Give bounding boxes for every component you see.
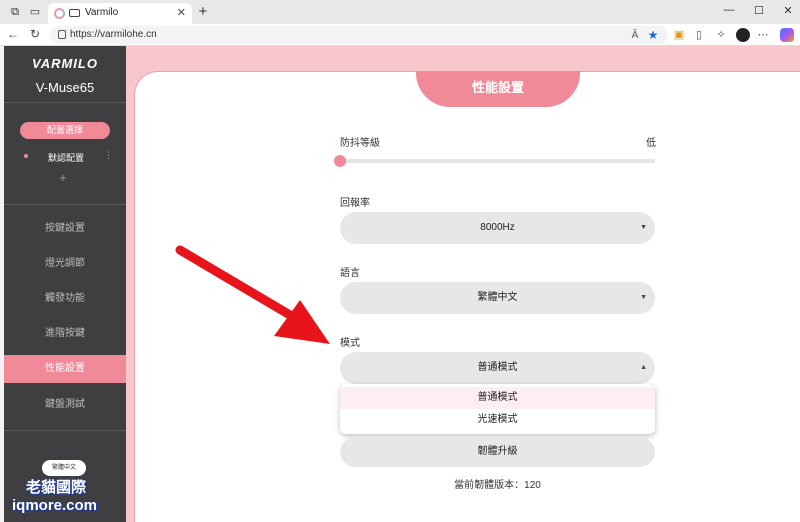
minimize-icon[interactable]: — [722, 4, 736, 16]
sidebar-item-advanced-keys[interactable]: 進階按鍵 [4, 320, 126, 348]
lock-icon[interactable] [58, 30, 66, 39]
split-screen-icon[interactable]: ▯ [692, 28, 706, 42]
language-value: 繁體中文 [477, 292, 518, 303]
sidebar-item-trigger[interactable]: 觸發功能 [4, 285, 126, 313]
polling-rate-select[interactable]: 8000Hz ▼ [340, 212, 655, 244]
language-switch-button[interactable]: 繁體中文 [42, 460, 86, 476]
chevron-down-icon: ▼ [640, 294, 647, 301]
profile-avatar[interactable] [736, 28, 750, 42]
url-field[interactable]: https://varmilohe.cn Â ★ [50, 26, 668, 44]
active-profile-dot [24, 154, 28, 158]
divider [4, 204, 126, 205]
debounce-value: 低 [646, 138, 656, 149]
sidebar-item-lighting[interactable]: 燈光調節 [4, 250, 126, 278]
polling-rate-value: 8000Hz [480, 222, 515, 233]
keyboard-model: V-Muse65 [35, 80, 95, 95]
watermark-en: iqmore.com [12, 497, 98, 514]
language-select[interactable]: 繁體中文 ▼ [340, 282, 655, 314]
chevron-up-icon: ▲ [640, 364, 647, 371]
divider [4, 102, 126, 103]
firmware-upgrade-button[interactable]: 韌體升級 [340, 437, 655, 467]
firmware-version-text: 當前韌體版本：120 [454, 480, 541, 491]
extension-icon[interactable]: ▣ [672, 28, 686, 42]
watermark: 老貓國際 iqmore.com [4, 476, 124, 514]
mode-option-lightspeed[interactable]: 光速模式 [340, 409, 655, 431]
watermark-cn: 老貓國際 [26, 479, 87, 496]
workspaces-icon[interactable]: ⧉ [8, 5, 22, 19]
debounce-slider-track[interactable] [340, 159, 655, 163]
loading-icon [54, 8, 65, 19]
brand-logo: VARMILO [32, 56, 98, 71]
favorite-star-icon[interactable]: ★ [646, 28, 660, 42]
config-select-button[interactable]: 配置選擇 [20, 122, 110, 139]
annotation-arrow-icon [175, 245, 330, 344]
debounce-label: 防抖等級 [340, 138, 380, 149]
back-icon[interactable]: ← [6, 27, 20, 41]
close-window-icon[interactable]: ✕ [781, 4, 795, 17]
mode-dropdown-menu: 普通模式 光速模式 [340, 384, 655, 434]
sidebar-item-keys[interactable]: 按鍵設置 [4, 215, 126, 243]
tab-actions-icon[interactable]: ▭ [28, 5, 42, 19]
sidebar: VARMILO V-Muse65 配置選擇 默認配置 ⋮ + 按鍵設置 燈光調節… [4, 46, 126, 522]
read-aloud-icon[interactable]: Â [628, 30, 642, 41]
polling-rate-label: 回報率 [340, 198, 370, 209]
browser-tab-bar: ⧉ ▭ Varmilo ✕ + — ☐ ✕ [0, 0, 800, 24]
refresh-icon[interactable]: ↻ [28, 27, 42, 41]
mode-label: 模式 [340, 338, 360, 349]
profile-item-default[interactable]: 默認配置 [48, 151, 84, 164]
new-tab-icon[interactable]: + [196, 3, 210, 20]
more-menu-icon[interactable]: ⋯ [756, 28, 770, 42]
maximize-icon[interactable]: ☐ [752, 4, 766, 17]
close-tab-icon[interactable]: ✕ [177, 6, 186, 19]
debounce-slider-thumb[interactable] [334, 155, 346, 167]
language-label: 語言 [340, 268, 360, 279]
address-bar-row: ← ↻ https://varmilohe.cn Â ★ ▣ ▯ ✧ ⋯ [0, 24, 800, 46]
add-profile-icon[interactable]: + [59, 170, 67, 185]
browser-tab[interactable]: Varmilo ✕ [48, 3, 192, 24]
profile-more-icon[interactable]: ⋮ [104, 150, 113, 161]
divider [4, 430, 126, 431]
tab-title: Varmilo [85, 7, 119, 18]
extensions-puzzle-icon[interactable]: ✧ [714, 28, 728, 42]
chevron-down-icon: ▼ [640, 224, 647, 231]
mode-select[interactable]: 普通模式 ▲ [340, 352, 655, 384]
copilot-icon[interactable] [780, 28, 794, 42]
mode-value: 普通模式 [477, 362, 518, 373]
keyboard-icon [69, 9, 80, 17]
mode-option-normal[interactable]: 普通模式 [340, 387, 655, 409]
sidebar-item-keyboard-test[interactable]: 鍵盤測試 [4, 391, 126, 419]
sidebar-item-performance[interactable]: 性能設置 [4, 355, 126, 383]
page-title: 性能設置 [416, 71, 580, 107]
url-text[interactable]: https://varmilohe.cn [70, 29, 157, 40]
